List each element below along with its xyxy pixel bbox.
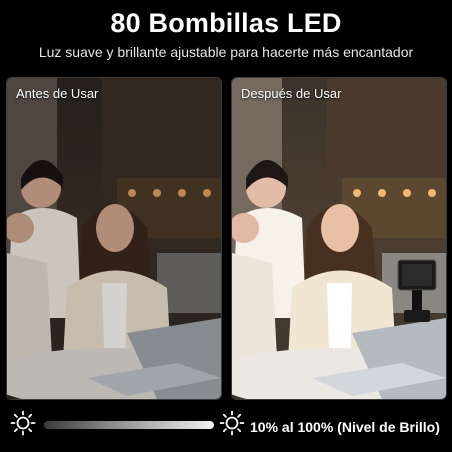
- brightness-range-text: 10% al 100% (Nivel de Brillo): [250, 419, 440, 435]
- sun-dim-icon: [10, 410, 36, 436]
- page-subtitle: Luz suave y brillante ajustable para hac…: [38, 44, 414, 60]
- before-photo: [7, 78, 221, 399]
- brightness-slider: [44, 421, 214, 429]
- page-title: 80 Bombillas LED: [110, 8, 342, 38]
- before-photo-panel: Antes de Usar: [6, 77, 222, 400]
- before-label: Antes de Usar: [16, 86, 99, 101]
- sun-bright-icon: [219, 410, 245, 436]
- after-label: Después de Usar: [241, 86, 342, 101]
- after-photo: [232, 78, 446, 399]
- after-photo-panel: Después de Usar: [231, 77, 447, 400]
